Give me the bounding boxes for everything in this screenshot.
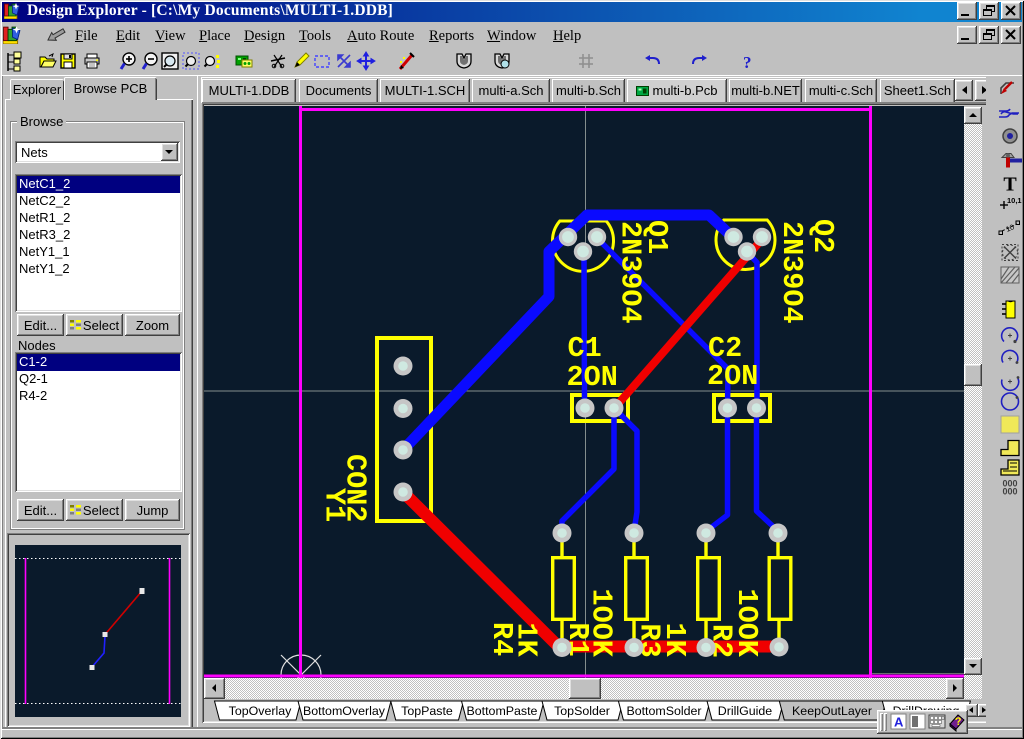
svg-text:CON2: CON2 xyxy=(339,454,372,522)
svg-text:2N39O4: 2N39O4 xyxy=(614,221,647,324)
svg-text:?: ? xyxy=(954,716,962,729)
svg-text:BottomSolder: BottomSolder xyxy=(626,704,701,718)
svg-text:2N39O4: 2N39O4 xyxy=(775,221,808,324)
svg-text:Q2: Q2 xyxy=(806,219,839,253)
svg-text:?: ? xyxy=(743,53,752,72)
svg-text:T: T xyxy=(1003,174,1017,196)
svg-text:TopPaste: TopPaste xyxy=(401,704,453,718)
svg-text:1OOK: 1OOK xyxy=(585,589,618,658)
svg-text:1OOK: 1OOK xyxy=(730,589,763,658)
svg-text:KeepOutLayer: KeepOutLayer xyxy=(792,704,872,718)
svg-text:10: 10 xyxy=(1004,222,1015,233)
svg-text:1K: 1K xyxy=(658,623,691,658)
svg-text:000: 000 xyxy=(1002,487,1017,497)
svg-text:TopSolder: TopSolder xyxy=(554,704,610,718)
svg-text:BottomOverlay: BottomOverlay xyxy=(303,704,386,718)
svg-text:1K: 1K xyxy=(510,623,543,658)
svg-text:2ON: 2ON xyxy=(567,361,618,394)
svg-text:DrillGuide: DrillGuide xyxy=(718,704,773,718)
svg-text:10,10: 10,10 xyxy=(1007,196,1024,205)
svg-text:2ON: 2ON xyxy=(707,360,758,393)
svg-text:A: A xyxy=(894,715,904,730)
svg-text:TopOverlay: TopOverlay xyxy=(229,704,292,718)
svg-text:BottomPaste: BottomPaste xyxy=(467,704,538,718)
